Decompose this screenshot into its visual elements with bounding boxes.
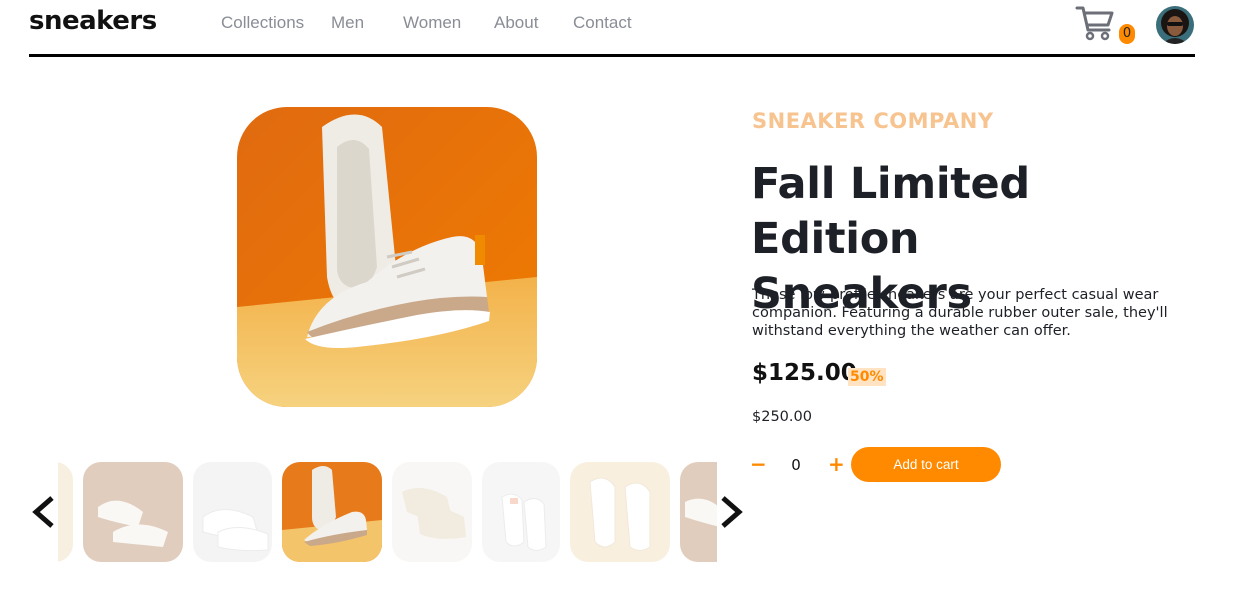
cart-icon[interactable] [1075,4,1115,42]
thumbnail-strip [58,462,717,562]
quantity-value: 0 [791,456,801,474]
nav-about[interactable]: About [494,13,538,33]
thumbnail-2[interactable] [193,462,272,562]
thumbnail-1[interactable] [83,462,183,562]
avatar[interactable] [1156,6,1194,44]
original-price: $250.00 [752,409,812,425]
discount-badge: 50% [848,368,886,386]
thumbnail-3[interactable] [282,462,382,562]
quantity-increase-button[interactable]: + [828,454,845,474]
product-page: sneakers Collections Men Women About Con… [0,0,1235,589]
main-product-image[interactable] [237,107,537,407]
current-price: $125.00 [752,360,857,386]
company-label: SNEAKER COMPANY [752,109,994,133]
thumbnail-7[interactable] [680,462,717,562]
add-to-cart-button[interactable]: Add to cart [851,447,1001,482]
nav-contact[interactable]: Contact [573,13,632,33]
quantity-decrease-button[interactable]: − [750,454,767,474]
site-header: sneakers Collections Men Women About Con… [29,0,1195,57]
thumbnail-6[interactable] [570,462,670,562]
site-logo[interactable]: sneakers [29,6,157,36]
chevron-left-icon[interactable] [30,494,58,530]
nav-women[interactable]: Women [403,13,461,33]
nav-collections[interactable]: Collections [221,13,304,33]
thumbnail-4[interactable] [392,462,472,562]
thumbnail-5[interactable] [482,462,560,562]
product-title-line-1: Fall Limited Edition [751,159,1030,264]
cart-count-badge: 0 [1119,24,1135,44]
nav-men[interactable]: Men [331,13,364,33]
product-description: These low-profile sneakers are your perf… [752,287,1168,339]
chevron-right-icon[interactable] [717,494,745,530]
thumbnail-0[interactable] [58,462,73,562]
